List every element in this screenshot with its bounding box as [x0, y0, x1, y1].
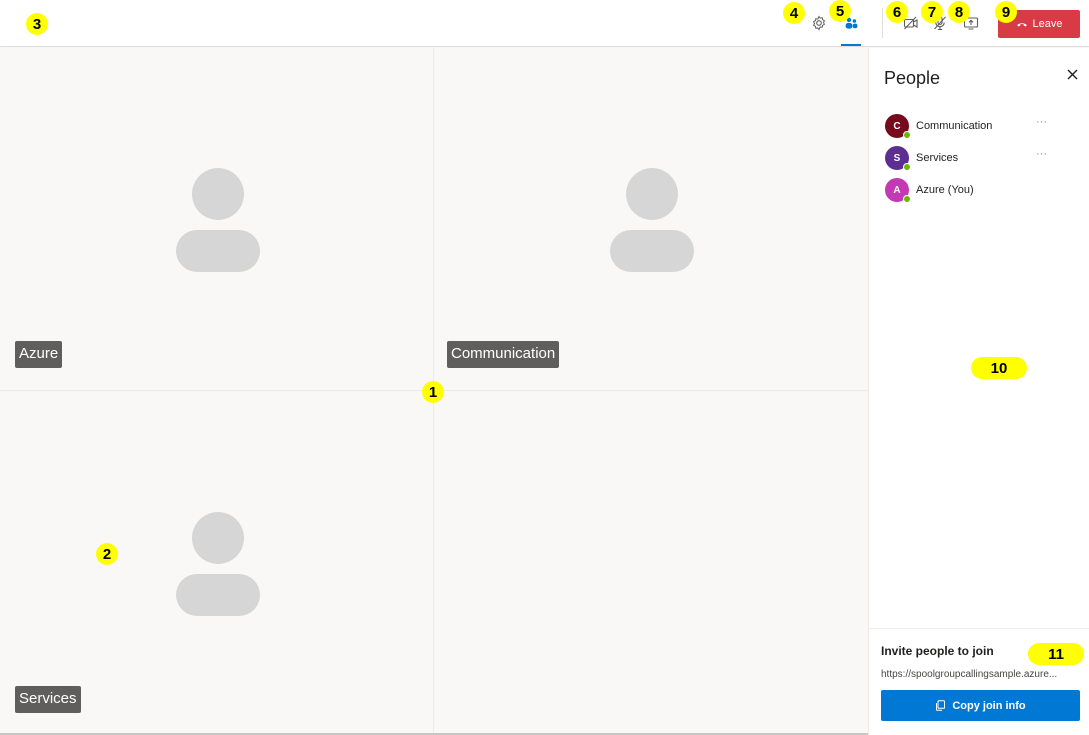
- participant-name-label: Communication: [447, 341, 560, 368]
- person-placeholder-icon: [176, 168, 260, 272]
- participant-name: Communication: [916, 120, 993, 132]
- avatar-initial: C: [893, 120, 901, 132]
- presence-indicator: [903, 163, 911, 171]
- header-divider: [882, 8, 883, 38]
- copy-join-info-button[interactable]: Copy join info: [881, 690, 1080, 721]
- presence-indicator: [903, 131, 911, 139]
- invite-url[interactable]: https://spoolgroupcallingsample.azure...: [881, 669, 1077, 680]
- avatar: C: [885, 114, 911, 139]
- active-tab-indicator: [841, 44, 861, 46]
- participant-item[interactable]: S Services ···: [885, 142, 1075, 174]
- avatar-initial: S: [893, 152, 901, 164]
- avatar-initial: A: [893, 184, 901, 196]
- callout-badge: 7: [921, 1, 943, 23]
- close-pane-button[interactable]: [1063, 65, 1081, 83]
- callout-badge: 9: [995, 1, 1017, 23]
- avatar: A: [885, 178, 911, 203]
- participant-item[interactable]: C Communication ···: [885, 110, 1075, 142]
- more-options-button[interactable]: ···: [1036, 148, 1047, 160]
- callout-badge: 2: [96, 543, 118, 565]
- person-placeholder-icon: [610, 168, 694, 272]
- settings-button[interactable]: [808, 12, 830, 34]
- leave-button-label: Leave: [1032, 18, 1063, 30]
- empty-video-tile: [434, 392, 868, 735]
- copy-join-info-label: Copy join info: [952, 699, 1026, 712]
- gear-icon: [812, 15, 826, 31]
- video-tile[interactable]: Services: [0, 392, 434, 735]
- people-pane-title: People: [884, 68, 941, 88]
- hang-up-icon: [1016, 23, 1027, 27]
- callout-badge: 11: [1028, 643, 1084, 665]
- video-tile[interactable]: Azure: [0, 48, 434, 391]
- participant-name-label: Azure: [15, 341, 63, 368]
- participant-name: Services: [916, 152, 959, 164]
- callout-badge: 4: [783, 2, 805, 24]
- invite-title: Invite people to join: [881, 644, 994, 658]
- participant-item[interactable]: A Azure (You): [885, 174, 1075, 206]
- more-options-button[interactable]: ···: [1036, 116, 1047, 128]
- presence-indicator: [903, 195, 911, 203]
- person-placeholder-icon: [176, 512, 260, 616]
- participant-name-label: Services: [15, 686, 81, 713]
- callout-badge: 10: [971, 357, 1027, 379]
- avatar: S: [885, 146, 911, 171]
- callout-badge: 8: [948, 1, 970, 23]
- callout-badge: 1: [422, 381, 444, 403]
- video-tile[interactable]: Communication: [434, 48, 868, 391]
- callout-badge: 6: [886, 1, 908, 23]
- participant-list: C Communication ··· S Services ··· A Azu…: [885, 110, 1075, 206]
- callout-badge: 5: [829, 0, 851, 22]
- copy-icon: [936, 700, 946, 711]
- participant-name: Azure (You): [916, 184, 974, 196]
- people-pane: People C Communication ··· S Services ··…: [868, 48, 1089, 735]
- callout-badge: 3: [26, 13, 48, 35]
- close-icon: [1067, 69, 1077, 79]
